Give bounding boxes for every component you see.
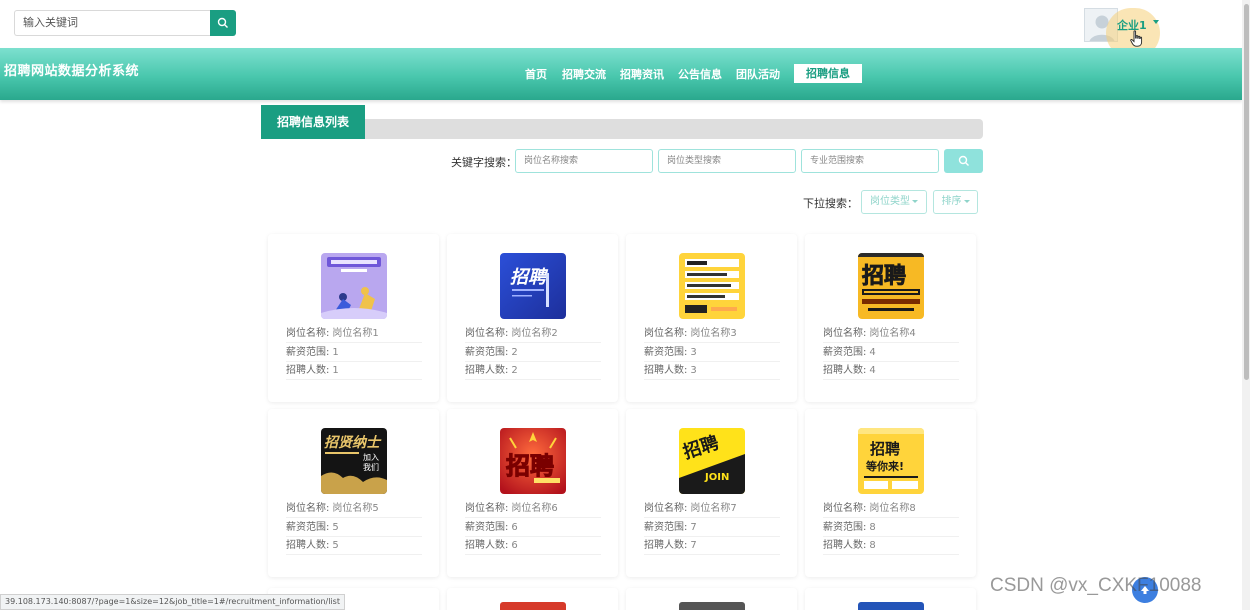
- job-type-search-input[interactable]: 岗位类型搜索: [658, 149, 796, 173]
- top-bar: 输入关键词 企业1: [0, 0, 1250, 58]
- job-card[interactable]: 招聘 等你来! 岗位名称: 岗位名称8 薪资范围: 8 招聘人数: 8: [805, 409, 976, 577]
- headcount-field: 招聘人数: 4: [823, 362, 959, 380]
- search-icon: [958, 155, 969, 166]
- job-card[interactable]: 招聘 岗位名称: 岗位名称4 薪资范围: 4 招聘人数: 4: [805, 234, 976, 402]
- nav-item-home[interactable]: 首页: [525, 66, 547, 82]
- search-icon: [217, 17, 228, 28]
- job-card[interactable]: 招聘 岗位名称: 岗位名称6 薪资范围: 6 招聘人数: 6: [447, 409, 618, 577]
- svg-text:招聘: 招聘: [870, 440, 900, 458]
- job-card-image[interactable]: [500, 602, 566, 610]
- job-name-field: 岗位名称: 岗位名称5: [286, 500, 422, 518]
- svg-text:招聘: 招聘: [510, 267, 549, 288]
- page: 输入关键词 企业1 招聘网站数据分析系统 首页 招聘交流 招聘资讯 公告信息 团…: [0, 0, 1250, 610]
- job-card-image[interactable]: 招聘: [858, 253, 924, 319]
- job-name-field: 岗位名称: 岗位名称1: [286, 325, 422, 343]
- nav-item-recruitment-info[interactable]: 招聘信息: [794, 64, 862, 83]
- watermark: CSDN @vx_CXKF10088: [990, 575, 1202, 596]
- svg-text:招贤纳士: 招贤纳士: [324, 434, 382, 451]
- nav-item-team-activities[interactable]: 团队活动: [736, 66, 780, 82]
- salary-field: 薪资范围: 1: [286, 344, 422, 362]
- svg-text:招聘: 招聘: [862, 264, 906, 289]
- job-name-field: 岗位名称: 岗位名称6: [465, 500, 601, 518]
- site-title[interactable]: 招聘网站数据分析系统: [4, 60, 139, 79]
- svg-text:JOIN: JOIN: [704, 472, 729, 483]
- salary-field: 薪资范围: 7: [644, 519, 780, 537]
- keyword-search-label: 关键字搜索：: [451, 156, 517, 169]
- job-name-field: 岗位名称: 岗位名称7: [644, 500, 780, 518]
- job-name-field: 岗位名称: 岗位名称4: [823, 325, 959, 343]
- global-search-input[interactable]: 输入关键词: [14, 10, 210, 36]
- salary-field: 薪资范围: 8: [823, 519, 959, 537]
- job-card[interactable]: 招聘 岗位名称: 岗位名称2 薪资范围: 2 招聘人数: 2: [447, 234, 618, 402]
- job-card-image[interactable]: [321, 253, 387, 319]
- chevron-down-icon: [912, 199, 918, 203]
- chevron-down-icon: [963, 199, 970, 203]
- nav-item-recruitment-news[interactable]: 招聘资讯: [620, 66, 664, 82]
- job-card-image[interactable]: [858, 602, 924, 610]
- headcount-field: 招聘人数: 3: [644, 362, 780, 380]
- sort-dropdown-label: 排序: [941, 196, 962, 207]
- job-card-image[interactable]: 招聘: [500, 428, 566, 494]
- job-card-image[interactable]: [679, 602, 745, 610]
- major-search-input[interactable]: 专业范围搜索: [801, 149, 939, 173]
- salary-field: 薪资范围: 3: [644, 344, 780, 362]
- headcount-field: 招聘人数: 2: [465, 362, 601, 380]
- job-type-dropdown[interactable]: 岗位类型: [861, 190, 927, 214]
- headcount-field: 招聘人数: 1: [286, 362, 422, 380]
- job-card-image[interactable]: 招聘: [500, 253, 566, 319]
- job-card-image[interactable]: [679, 253, 745, 319]
- browser-status-url: 39.108.173.140:8087/?page=1&size=12&job_…: [0, 594, 345, 610]
- section-title: 招聘信息列表: [261, 105, 365, 139]
- headcount-field: 招聘人数: 7: [644, 537, 780, 555]
- job-card[interactable]: 招聘 JOIN 岗位名称: 岗位名称7 薪资范围: 7 招聘人数: 7: [626, 409, 797, 577]
- salary-field: 薪资范围: 5: [286, 519, 422, 537]
- job-name-search-input[interactable]: 岗位名称搜索: [515, 149, 653, 173]
- dropdown-search-label: 下拉搜索：: [803, 197, 858, 210]
- job-card[interactable]: 岗位名称: 岗位名称3 薪资范围: 3 招聘人数: 3: [626, 234, 797, 402]
- svg-text:等你来!: 等你来!: [865, 459, 904, 473]
- headcount-field: 招聘人数: 8: [823, 537, 959, 555]
- main-navbar: 招聘网站数据分析系统 首页 招聘交流 招聘资讯 公告信息 团队活动 招聘信息: [0, 48, 1242, 100]
- svg-text:招聘: 招聘: [506, 452, 554, 480]
- salary-field: 薪资范围: 2: [465, 344, 601, 362]
- salary-field: 薪资范围: 4: [823, 344, 959, 362]
- nav-item-announcements[interactable]: 公告信息: [678, 66, 722, 82]
- svg-text:我们: 我们: [363, 462, 379, 472]
- headcount-field: 招聘人数: 5: [286, 537, 422, 555]
- job-card-image[interactable]: 招贤纳士 加入 我们: [321, 428, 387, 494]
- job-name-field: 岗位名称: 岗位名称8: [823, 500, 959, 518]
- scrollbar-thumb[interactable]: [1244, 4, 1249, 380]
- global-search-button[interactable]: [210, 10, 236, 36]
- job-card[interactable]: 招贤纳士 加入 我们 岗位名称: 岗位名称5 薪资范围: 5 招聘人数: 5: [268, 409, 439, 577]
- svg-text:加入: 加入: [363, 452, 379, 462]
- nav-item-recruitment-exchange[interactable]: 招聘交流: [562, 66, 606, 82]
- filter-search-button[interactable]: [944, 149, 983, 173]
- chevron-down-icon[interactable]: [1153, 20, 1159, 24]
- job-card-image[interactable]: 招聘 等你来!: [858, 428, 924, 494]
- headcount-field: 招聘人数: 6: [465, 537, 601, 555]
- hand-cursor-icon: [1130, 30, 1143, 47]
- job-name-field: 岗位名称: 岗位名称2: [465, 325, 601, 343]
- job-card-image[interactable]: 招聘 JOIN: [679, 428, 745, 494]
- section-title-bar: [261, 119, 983, 139]
- job-name-field: 岗位名称: 岗位名称3: [644, 325, 780, 343]
- sort-dropdown[interactable]: 排序: [933, 190, 978, 214]
- job-type-dropdown-label: 岗位类型: [870, 196, 910, 207]
- job-card[interactable]: 岗位名称: 岗位名称1 薪资范围: 1 招聘人数: 1: [268, 234, 439, 402]
- salary-field: 薪资范围: 6: [465, 519, 601, 537]
